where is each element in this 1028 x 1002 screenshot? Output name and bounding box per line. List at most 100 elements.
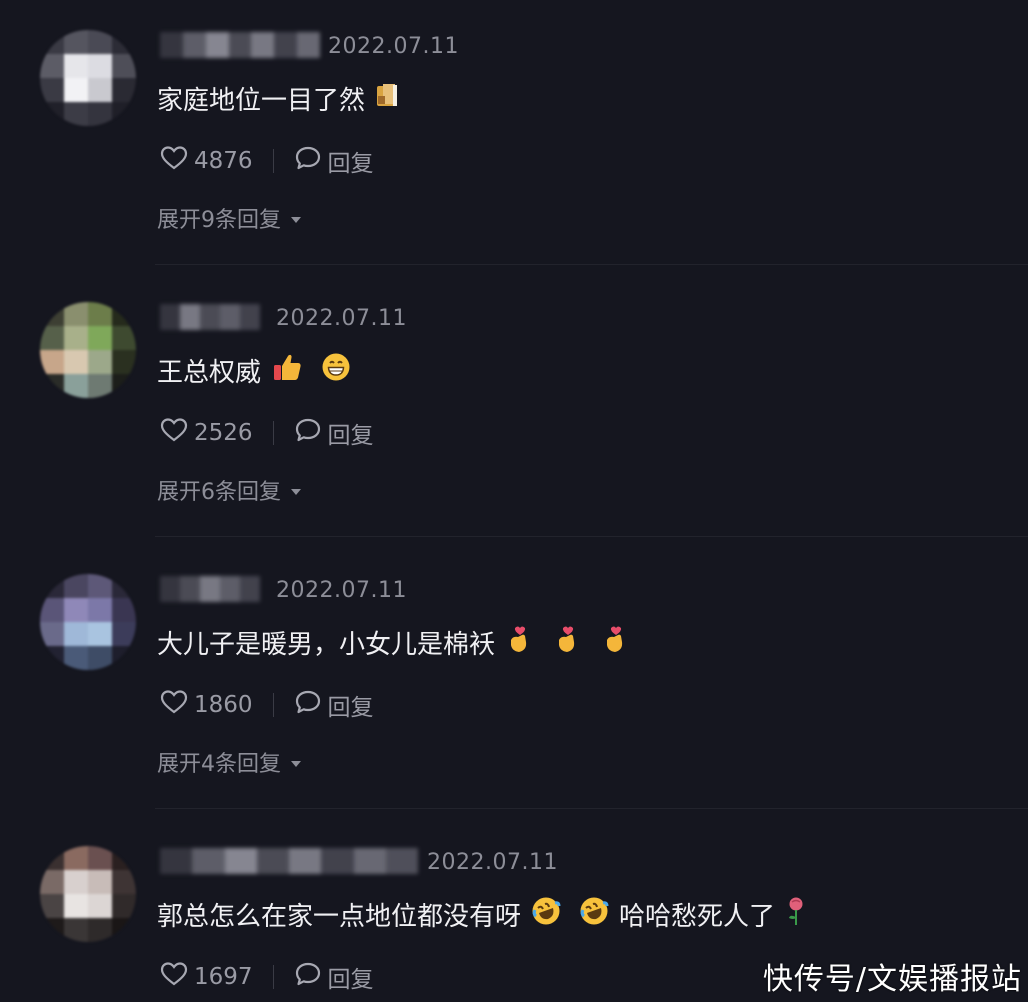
username-mosaic-cell [297,32,320,58]
like-button[interactable]: 2526 [160,417,253,449]
username-blurred[interactable] [160,304,260,330]
like-count: 1697 [194,964,253,990]
username-blurred[interactable] [160,576,260,602]
username-mosaic-cell [321,848,354,874]
username-mosaic-cell [240,304,260,330]
like-button[interactable]: 4876 [160,145,253,177]
comment-actions: 1697 回复 [160,960,374,994]
reply-button[interactable]: 回复 [294,688,374,722]
caret-down-icon [289,750,303,775]
heart-icon [160,145,188,177]
avatar-mosaic-cell [88,574,112,598]
avatar-mosaic-cell [112,918,136,942]
comment-text: 郭总怎么在家一点地位都没有呀 哈哈愁死人了 [157,896,807,933]
avatar-mosaic-cell [88,302,112,326]
comment-item: 2022.07.11 家庭地位一目了然 4876 回复 展开9条回复 [0,30,1028,240]
finger-heart-emoji [553,624,581,661]
thumbs-up-emoji [271,352,303,389]
reply-label: 回复 [327,967,374,993]
avatar-mosaic-cell [64,598,88,622]
like-count: 2526 [194,420,253,446]
username-mosaic-cell [160,304,180,330]
avatar-mosaic-cell [112,30,136,54]
like-button[interactable]: 1697 [160,961,253,993]
username-mosaic-cell [289,848,322,874]
like-count: 4876 [194,148,253,174]
avatar-mosaic-cell [40,54,64,78]
avatar[interactable] [40,846,136,942]
username-mosaic-cell [160,848,193,874]
reply-label: 回复 [327,151,374,177]
username-mosaic-cell [192,848,225,874]
avatar[interactable] [40,302,136,398]
watermark-text: 快传号/文娱播报站 [762,962,1022,997]
username-mosaic-cell [160,32,183,58]
reply-button[interactable]: 回复 [294,416,374,450]
comment-actions: 4876 回复 [160,144,374,178]
comment-text: 家庭地位一目了然 [157,80,399,117]
divider [272,965,274,989]
avatar-mosaic-cell [88,102,112,126]
avatar-mosaic-cell [112,374,136,398]
avatar-mosaic-cell [40,326,64,350]
username-blurred[interactable] [160,848,418,874]
avatar-mosaic-cell [88,598,112,622]
avatar-mosaic-cell [64,918,88,942]
expand-replies-label: 展开6条回复 [157,480,281,505]
avatar-mosaic-cell [88,326,112,350]
username-blurred[interactable] [160,32,320,58]
expand-replies-button[interactable]: 展开9条回复 [157,202,303,234]
username-mosaic-cell [220,576,240,602]
avatar-mosaic-cell [88,646,112,670]
avatar-mosaic-cell [112,54,136,78]
comment-separator [155,536,1028,537]
avatar-mosaic-cell [112,102,136,126]
avatar-mosaic-cell [112,646,136,670]
comment-bubble-icon [294,417,322,449]
grid-fence-emoji [375,82,399,115]
avatar-mosaic-cell [64,870,88,894]
caret-down-icon [289,478,303,503]
username-mosaic-cell [240,576,260,602]
comment-bubble-icon [294,689,322,721]
reply-button[interactable]: 回复 [294,960,374,994]
comment-date: 2022.07.11 [276,578,407,603]
finger-heart-emoji [505,624,533,661]
avatar-mosaic-cell [112,326,136,350]
comment-text: 大儿子是暖男，小女儿是棉袄 [157,624,629,661]
avatar-mosaic-cell [64,622,88,646]
username-mosaic-cell [220,304,240,330]
avatar-mosaic-cell [64,646,88,670]
avatar-mosaic-cell [88,894,112,918]
reply-label: 回复 [327,695,374,721]
comment-item: 2022.07.11 王总权威 2526 回复 展开6条回复 [0,302,1028,512]
comment-separator [155,808,1028,809]
avatar-mosaic-cell [112,846,136,870]
avatar[interactable] [40,574,136,670]
avatar-mosaic-cell [88,374,112,398]
reply-button[interactable]: 回复 [294,144,374,178]
avatar-mosaic-cell [112,302,136,326]
comment-actions: 1860 回复 [160,688,374,722]
comment-date: 2022.07.11 [328,34,459,59]
avatar-mosaic-cell [40,374,64,398]
avatar-mosaic-cell [64,78,88,102]
finger-heart-emoji [601,624,629,661]
avatar-mosaic-cell [88,78,112,102]
avatar-mosaic-cell [40,894,64,918]
comment-text-content: 家庭地位一目了然 [157,86,366,116]
like-button[interactable]: 1860 [160,689,253,721]
avatar[interactable] [40,30,136,126]
expand-replies-button[interactable]: 展开4条回复 [157,746,303,778]
rolling-laughing-emoji [579,896,609,933]
avatar-mosaic-cell [88,350,112,374]
avatar-mosaic-cell [112,598,136,622]
username-mosaic-cell [200,576,220,602]
avatar-mosaic-cell [40,870,64,894]
expand-replies-button[interactable]: 展开6条回复 [157,474,303,506]
avatar-mosaic-cell [40,350,64,374]
divider [272,149,274,173]
avatar-mosaic-cell [88,622,112,646]
username-mosaic-cell [224,848,257,874]
divider [272,693,274,717]
